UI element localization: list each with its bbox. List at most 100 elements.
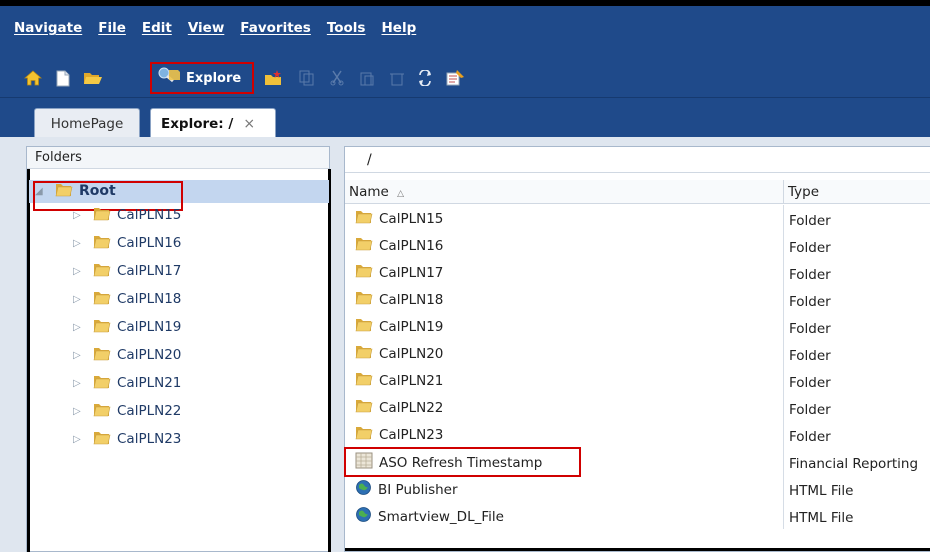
tab-explore-label: Explore: / [161,115,234,132]
row-name: BI Publisher [378,481,458,498]
column-divider [783,286,784,313]
table-row[interactable]: BI Publisher HTML File [345,475,930,502]
menu-view[interactable]: View [178,20,230,46]
row-type: Folder [789,294,831,310]
folder-icon [355,425,373,444]
menu-bar: Navigate File Edit View Favorites Tools … [6,20,422,46]
tree-item[interactable]: ▷ CalPLN18 [73,288,181,310]
row-name-cell: CalPLN20 [355,344,443,363]
new-folder-icon [263,69,283,87]
close-icon[interactable]: × [243,116,255,132]
tree-item-label: CalPLN18 [117,291,182,307]
expand-arrow-icon[interactable]: ▷ [73,238,87,249]
row-name-cell: CalPLN15 [355,209,443,228]
sort-ascending-icon: △ [397,188,405,199]
folder-icon [93,290,111,309]
column-divider [783,475,784,502]
table-row[interactable]: CalPLN17 Folder [345,259,930,286]
row-type: Folder [789,429,831,445]
open-folder-icon [83,70,103,86]
column-header-type[interactable]: Type [783,179,819,204]
folder-icon [93,318,111,337]
menu-tools[interactable]: Tools [317,20,372,46]
folder-icon [93,206,111,225]
expand-arrow-icon[interactable]: ▷ [73,294,87,305]
tree-item[interactable]: ▷ CalPLN20 [73,344,181,366]
tree-item[interactable]: ▷ CalPLN17 [73,260,181,282]
folders-panel: Folders ◢ Root ▷ CalPLN15 ▷ CalPLN16 ▷ C… [26,146,331,552]
column-divider [783,502,784,529]
menu-file[interactable]: File [88,20,132,46]
menu-favorites[interactable]: Favorites [230,20,317,46]
tree-item[interactable]: ▷ CalPLN15 [73,204,181,226]
properties-button[interactable] [440,65,470,91]
table-row[interactable]: CalPLN15 Folder [345,205,930,232]
row-type: Folder [789,348,831,364]
expand-arrow-icon[interactable]: ▷ [73,406,87,417]
row-type: Folder [789,240,831,256]
tab-explore[interactable]: Explore: / × [150,108,276,138]
expand-arrow-icon[interactable]: ▷ [73,378,87,389]
row-type: Folder [789,267,831,283]
table-row[interactable]: ASO Refresh Timestamp Financial Reportin… [344,447,930,477]
column-divider [783,394,784,421]
table-row[interactable]: CalPLN23 Folder [345,421,930,448]
column-header-name[interactable]: Name △ [349,184,404,200]
home-button[interactable] [18,65,48,91]
folder-icon [93,374,111,393]
expand-arrow-icon[interactable]: ▷ [73,350,87,361]
tree-item-label: CalPLN15 [117,207,182,223]
expand-arrow-icon[interactable]: ▷ [73,210,87,221]
explore-button-label: Explore [186,70,242,86]
row-type: Folder [789,321,831,337]
row-name-cell: CalPLN17 [355,263,443,282]
row-type: HTML File [789,510,854,526]
cut-button[interactable] [322,65,352,91]
tree-item-label: CalPLN22 [117,403,182,419]
open-button[interactable] [78,65,108,91]
menu-help[interactable]: Help [371,20,422,46]
row-type: HTML File [789,483,854,499]
new-folder-button[interactable] [258,65,288,91]
row-name: CalPLN19 [379,318,444,335]
table-row[interactable]: CalPLN19 Folder [345,313,930,340]
tree-item-label: CalPLN19 [117,319,182,335]
folders-panel-header: Folders [27,147,329,169]
table-row[interactable]: CalPLN21 Folder [345,367,930,394]
column-divider [783,421,784,448]
delete-button[interactable] [382,65,412,91]
tab-homepage[interactable]: HomePage [34,108,140,138]
path-breadcrumb: / [345,147,930,173]
globe-icon [355,479,372,500]
tree-item[interactable]: ▷ CalPLN19 [73,316,181,338]
row-name: CalPLN21 [379,372,444,389]
folder-icon [93,430,111,449]
menu-edit[interactable]: Edit [132,20,178,46]
expand-arrow-icon[interactable]: ▷ [73,434,87,445]
tree-item[interactable]: ▷ CalPLN16 [73,232,181,254]
explore-button[interactable]: Explore [150,62,254,94]
new-document-icon [56,70,70,87]
table-row[interactable]: CalPLN18 Folder [345,286,930,313]
tree-item[interactable]: ▷ CalPLN23 [73,428,181,450]
table-row[interactable]: CalPLN20 Folder [345,340,930,367]
copy-button[interactable] [292,65,322,91]
explore-listing-panel: / Name △ Type CalPLN15 Folder CalPLN16 F… [344,146,930,552]
table-row[interactable]: CalPLN22 Folder [345,394,930,421]
tree-root-row[interactable]: ◢ Root [29,180,329,211]
table-row[interactable]: Smartview_DL_File HTML File [345,502,930,529]
tree-item[interactable]: ▷ CalPLN21 [73,372,181,394]
copy-icon [299,70,315,86]
tree-item[interactable]: ▷ CalPLN22 [73,400,181,422]
paste-button[interactable] [352,65,382,91]
new-document-button[interactable] [48,65,78,91]
row-name: CalPLN16 [379,237,444,254]
expand-arrow-icon[interactable]: ▷ [73,322,87,333]
folder-icon [93,262,111,281]
menu-navigate[interactable]: Navigate [6,20,88,46]
column-divider [783,448,784,475]
table-row[interactable]: CalPLN16 Folder [345,232,930,259]
row-name-cell: CalPLN23 [355,425,443,444]
refresh-button[interactable] [410,65,440,91]
expand-arrow-icon[interactable]: ▷ [73,266,87,277]
